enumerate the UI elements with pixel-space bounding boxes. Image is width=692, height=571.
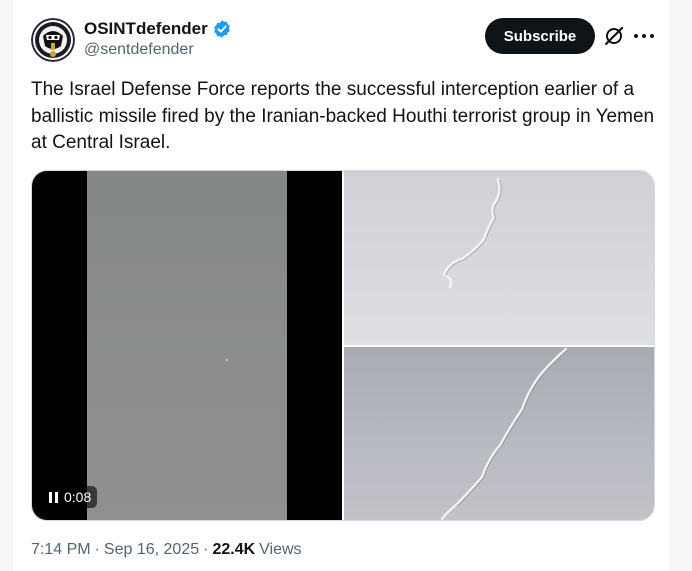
media-grid[interactable]: 0:08 bbox=[31, 170, 655, 521]
more-options-icon[interactable] bbox=[631, 24, 657, 48]
subscribe-button[interactable]: Subscribe bbox=[485, 18, 595, 54]
osintdefender-logo-icon bbox=[31, 18, 75, 62]
missile-streak-image bbox=[440, 347, 568, 520]
post-date[interactable]: Sep 16, 2025 bbox=[104, 541, 199, 559]
author-display-name[interactable]: OSINTdefender bbox=[84, 19, 208, 39]
post-text: The Israel Defense Force reports the suc… bbox=[31, 79, 655, 153]
missile-trail-photo-top[interactable] bbox=[344, 171, 654, 345]
post-card[interactable]: OSINTdefender @sentdefender Subscribe Th… bbox=[12, 0, 670, 571]
grok-icon[interactable] bbox=[602, 24, 626, 48]
author-name-row[interactable]: OSINTdefender bbox=[84, 18, 232, 40]
footer-separator: · bbox=[94, 541, 100, 558]
missile-trail-photo-bottom[interactable] bbox=[344, 347, 654, 520]
missile-speck bbox=[226, 359, 228, 361]
post-time[interactable]: 7:14 PM bbox=[31, 541, 91, 559]
post-footer: 7:14 PM · Sep 16, 2025 · 22.4K Views bbox=[31, 541, 302, 559]
views-label[interactable]: Views bbox=[259, 541, 301, 559]
video-player[interactable]: 0:08 bbox=[32, 171, 342, 520]
video-time: 0:08 bbox=[64, 489, 92, 505]
views-count[interactable]: 22.4K bbox=[212, 541, 255, 559]
pause-icon[interactable] bbox=[49, 491, 58, 503]
footer-separator: · bbox=[203, 541, 209, 558]
author-handle[interactable]: @sentdefender bbox=[84, 41, 194, 59]
avatar[interactable] bbox=[31, 18, 75, 62]
video-frame bbox=[87, 171, 287, 520]
smoke-trail-image bbox=[442, 177, 502, 289]
verified-badge-icon[interactable] bbox=[212, 19, 232, 39]
video-timer[interactable]: 0:08 bbox=[43, 486, 98, 508]
